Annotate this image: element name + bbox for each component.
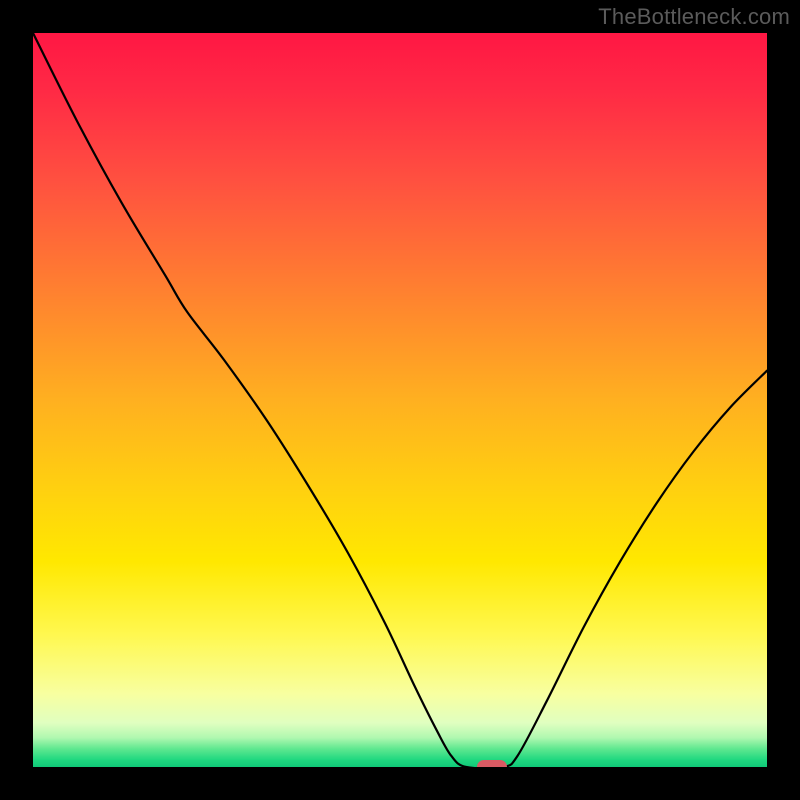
watermark-text: TheBottleneck.com — [598, 4, 790, 30]
plot-area — [33, 33, 767, 767]
chart-svg — [33, 33, 767, 767]
optimal-marker — [477, 760, 507, 767]
chart-frame: TheBottleneck.com — [0, 0, 800, 800]
